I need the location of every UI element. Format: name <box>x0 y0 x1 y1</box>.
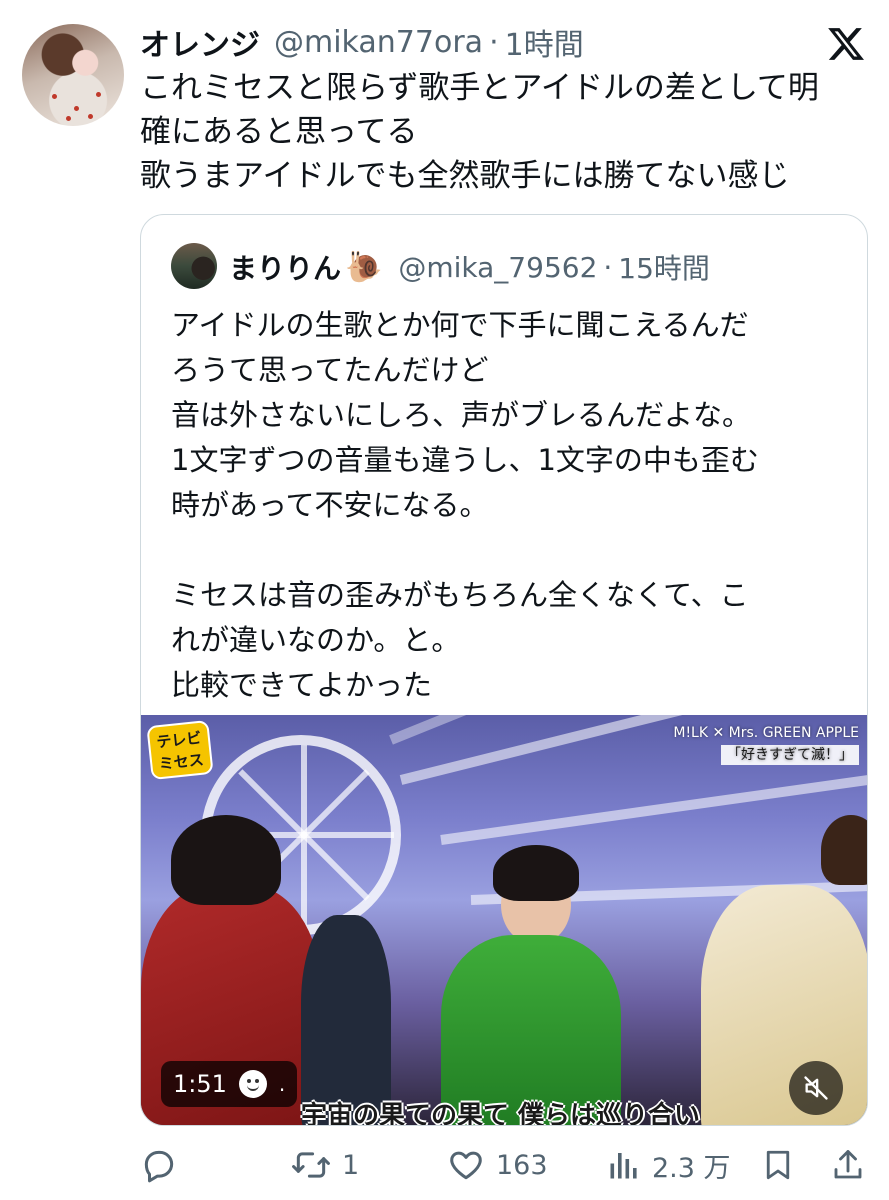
separator-dot: · <box>489 24 499 60</box>
mute-icon <box>804 1076 828 1100</box>
tweet-text: これミセスと限らず歌手とアイドルの差として明 確にあると思ってる 歌うまアイドル… <box>140 66 870 198</box>
author-avatar[interactable] <box>22 24 124 126</box>
tv-show-logo: テレビ ミセス <box>146 719 214 781</box>
like-count: 163 <box>496 1149 548 1181</box>
quoted-tweet-timestamp[interactable]: 15時間 <box>618 247 710 287</box>
mute-button[interactable] <box>789 1061 843 1115</box>
quoted-author-display-name[interactable]: まりりん <box>229 247 341 287</box>
quoted-text-line: 音は外さないにしろ、声がブレるんだよな。 <box>171 398 752 432</box>
song-title: 「好きすぎて滅！」 <box>721 745 859 765</box>
retweet-button[interactable]: 1 <box>290 1140 359 1190</box>
share-icon <box>834 1150 862 1179</box>
author-handle[interactable]: @mikan77ora <box>274 25 483 60</box>
video-player[interactable]: テレビ ミセス M!LK ✕ Mrs. GREEN APPLE 「好きすぎて滅！… <box>141 715 867 1126</box>
quoted-author-handle[interactable]: @mika_79562 <box>398 251 597 284</box>
heart-icon <box>450 1151 482 1180</box>
quoted-text-line <box>171 528 851 573</box>
action-bar: 1 163 2.3 万 <box>140 1140 870 1190</box>
reply-button[interactable] <box>140 1140 188 1190</box>
quoted-text-line: 比較できてよかった <box>171 668 433 702</box>
x-logo-icon <box>828 28 864 60</box>
quoted-text-line: 1文字ずつの音量も違うし、1文字の中も歪む <box>171 443 759 477</box>
quoted-text-line: アイドルの生歌とか何で下手に聞こえるんだ <box>171 308 749 342</box>
tweet-text-line: 確にあると思ってる <box>140 114 418 150</box>
author-display-name[interactable]: オレンジ <box>140 20 260 64</box>
quoted-text-line: 時があって不安になる。 <box>171 488 489 522</box>
smiley-icon <box>238 1070 267 1098</box>
views-count: 2.3 万 <box>652 1152 731 1184</box>
reply-icon <box>144 1150 174 1183</box>
tweet-header: オレンジ @mikan77ora · 1時間 <box>140 20 584 64</box>
views-button[interactable]: 2.3 万 <box>606 1140 731 1190</box>
tweet-timestamp[interactable]: 1時間 <box>505 20 584 64</box>
quoted-text-line: ミセスは音の歪みがもちろん全くなくて、こ <box>171 578 749 612</box>
dot-text: . <box>278 1072 286 1096</box>
retweet-count: 1 <box>342 1149 360 1181</box>
artist-credit: M!LK ✕ Mrs. GREEN APPLE <box>673 725 859 741</box>
video-duration-badge: 1:51 . <box>161 1061 298 1107</box>
video-subtitle: 宇宙の果ての果て 僕らは巡り合い <box>301 1101 701 1126</box>
tweet-text-line: 歌うまアイドルでも全然歌手には勝てない感じ <box>140 158 790 194</box>
bookmark-icon <box>766 1150 790 1180</box>
retweet-icon <box>292 1152 330 1178</box>
tweet: オレンジ @mikan77ora · 1時間 これミセスと限らず歌手とアイドルの… <box>0 0 889 1200</box>
like-button[interactable]: 163 <box>446 1140 548 1190</box>
quoted-author-avatar[interactable] <box>171 243 217 289</box>
tweet-text-line: これミセスと限らず歌手とアイドルの差として明 <box>140 70 819 106</box>
separator-dot: · <box>603 250 613 284</box>
quoted-tweet-card[interactable]: まりりん 🐌 @mika_79562 · 15時間 アイドルの生歌とか何で下手に… <box>140 214 868 1126</box>
quoted-tweet-text: アイドルの生歌とか何で下手に聞こえるんだ ろうて思ってたんだけど 音は外さないに… <box>171 303 851 708</box>
views-icon <box>610 1153 637 1179</box>
bookmark-button[interactable] <box>760 1140 796 1190</box>
quoted-tweet-header: まりりん 🐌 @mika_79562 · 15時間 <box>229 245 710 289</box>
share-button[interactable] <box>830 1140 866 1190</box>
quoted-text-line: ろうて思ってたんだけど <box>171 353 489 387</box>
snail-emoji-icon: 🐌 <box>345 249 383 285</box>
quoted-text-line: れが違いなのか。と。 <box>171 623 461 657</box>
song-credit: M!LK ✕ Mrs. GREEN APPLE 「好きすぎて滅！」 <box>673 723 859 765</box>
video-duration: 1:51 <box>173 1070 227 1098</box>
